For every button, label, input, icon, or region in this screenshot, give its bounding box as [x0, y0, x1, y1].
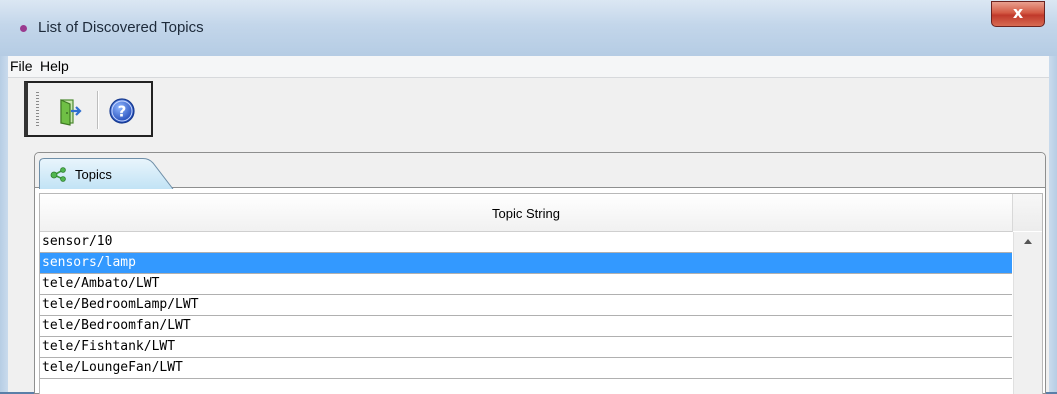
table-row[interactable]: tele/BedroomLamp/LWT [40, 295, 1012, 316]
share-icon [50, 167, 66, 182]
table-row[interactable]: sensor/10 [40, 232, 1012, 253]
tab-strip: Topics [35, 153, 1045, 189]
toolbar-grip[interactable] [36, 92, 39, 128]
topic-cell: sensors/lamp [42, 255, 136, 270]
table-row[interactable]: tele/LoungeFan/LWT [40, 358, 1012, 379]
table-row[interactable]: tele/Fishtank/LWT [40, 337, 1012, 358]
menu-bar: File Help [8, 56, 1049, 78]
column-header-label: Topic String [492, 206, 560, 221]
client-area: File Help ? Topics Topic String sensor/1… [8, 56, 1049, 394]
toolbar-separator [97, 91, 99, 129]
app-window: List of Discovered Topics x File Help ? … [0, 0, 1057, 394]
window-frame-right [1049, 56, 1057, 392]
svg-text:?: ? [118, 103, 127, 121]
topic-cell: tele/BedroomLamp/LWT [42, 297, 199, 312]
header-corner [1013, 194, 1042, 231]
vertical-scrollbar[interactable] [1013, 232, 1042, 394]
topic-cell: tele/Bedroomfan/LWT [42, 318, 191, 333]
scroll-up-button[interactable] [1014, 232, 1042, 252]
table-row-selected[interactable]: sensors/lamp [40, 253, 1012, 274]
topic-cell: tele/Ambato/LWT [42, 276, 160, 291]
menu-file[interactable]: File [10, 58, 33, 74]
window-frame-left [0, 56, 8, 392]
menu-help[interactable]: Help [40, 58, 69, 74]
tab-panel: Topics Topic String sensor/10 sensors/la… [34, 152, 1046, 394]
topic-cell: sensor/10 [42, 234, 113, 249]
topics-table: Topic String sensor/10 sensors/lamp tele… [39, 193, 1043, 394]
app-icon [20, 25, 27, 32]
column-header-topic-string[interactable]: Topic String [40, 194, 1013, 232]
tab-topics[interactable]: Topics [39, 158, 175, 189]
close-button[interactable]: x [991, 1, 1045, 27]
arrow-up-icon [1024, 239, 1032, 244]
close-icon: x [1012, 3, 1024, 22]
title-bar[interactable]: List of Discovered Topics x [0, 0, 1057, 57]
window-title: List of Discovered Topics [38, 19, 204, 36]
help-icon[interactable]: ? [108, 97, 136, 125]
toolbar: ? [24, 81, 153, 137]
tab-topics-label: Topics [75, 167, 112, 182]
table-row[interactable]: tele/Ambato/LWT [40, 274, 1012, 295]
table-row[interactable]: tele/Bedroomfan/LWT [40, 316, 1012, 337]
exit-icon[interactable] [56, 96, 84, 126]
topic-cell: tele/LoungeFan/LWT [42, 360, 183, 375]
topic-cell: tele/Fishtank/LWT [42, 339, 176, 354]
